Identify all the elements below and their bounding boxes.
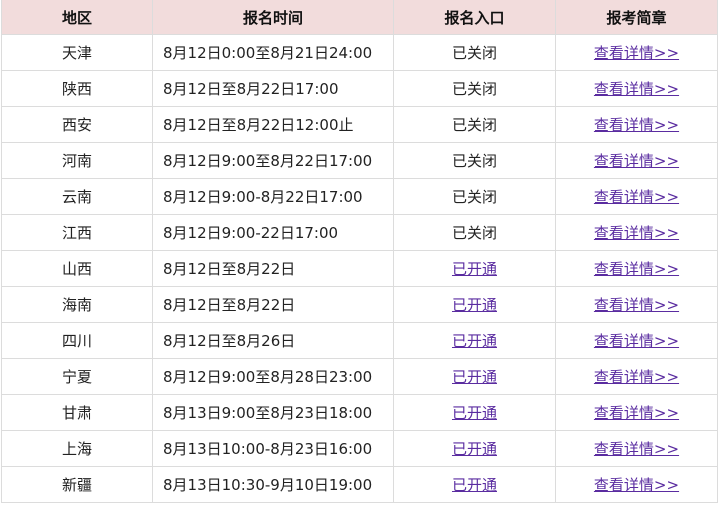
time-cell: 8月13日9:00至8月23日18:00 [152,394,394,431]
header-time: 报名时间 [152,0,394,35]
brochure-link[interactable]: 查看详情>> [594,260,679,278]
brochure-link[interactable]: 查看详情>> [594,116,679,134]
registration-table: 地区 报名时间 报名入口 报考简章 天津 8月12日0:00至8月21日24:00… [1,0,718,503]
brochure-link[interactable]: 查看详情>> [594,80,679,98]
entry-cell: 已开通 [393,394,556,431]
brochure-link[interactable]: 查看详情>> [594,224,679,242]
header-region: 地区 [1,0,153,35]
brochure-link[interactable]: 查看详情>> [594,44,679,62]
brochure-link[interactable]: 查看详情>> [594,404,679,422]
entry-status: 已关闭 [451,116,497,134]
region-cell: 云南 [1,178,153,215]
time-cell: 8月12日至8月26日 [152,322,394,359]
entry-cell: 已关闭 [393,142,556,179]
time-cell: 8月12日9:00至8月22日17:00 [152,142,394,179]
entry-cell: 已开通 [393,466,556,503]
region-cell: 海南 [1,286,153,323]
brochure-cell: 查看详情>> [555,178,718,215]
region-cell: 天津 [1,34,153,71]
brochure-link[interactable]: 查看详情>> [594,476,679,494]
brochure-cell: 查看详情>> [555,430,718,467]
time-cell: 8月12日9:00-8月22日17:00 [152,178,394,215]
brochure-cell: 查看详情>> [555,34,718,71]
brochure-link[interactable]: 查看详情>> [594,332,679,350]
brochure-link[interactable]: 查看详情>> [594,440,679,458]
entry-link[interactable]: 已开通 [452,332,497,350]
time-cell: 8月12日至8月22日12:00止 [152,106,394,143]
brochure-cell: 查看详情>> [555,142,718,179]
time-cell: 8月13日10:30-9月10日19:00 [152,466,394,503]
region-cell: 四川 [1,322,153,359]
region-cell: 上海 [1,430,153,467]
brochure-link[interactable]: 查看详情>> [594,296,679,314]
entry-cell: 已关闭 [393,70,556,107]
table-row: 新疆 8月13日10:30-9月10日19:00 已开通 查看详情>> [1,466,718,503]
brochure-cell: 查看详情>> [555,466,718,503]
region-cell: 河南 [1,142,153,179]
table-row: 甘肃 8月13日9:00至8月23日18:00 已开通 查看详情>> [1,394,718,431]
region-cell: 宁夏 [1,358,153,395]
table-header-row: 地区 报名时间 报名入口 报考简章 [1,0,718,35]
time-cell: 8月12日0:00至8月21日24:00 [152,34,394,71]
brochure-cell: 查看详情>> [555,214,718,251]
table-row: 上海 8月13日10:00-8月23日16:00 已开通 查看详情>> [1,430,718,467]
entry-status: 已关闭 [451,44,497,62]
table-row: 云南 8月12日9:00-8月22日17:00 已关闭 查看详情>> [1,178,718,215]
header-entry: 报名入口 [393,0,556,35]
brochure-cell: 查看详情>> [555,106,718,143]
table-row: 四川 8月12日至8月26日 已开通 查看详情>> [1,322,718,359]
time-cell: 8月12日至8月22日 [152,286,394,323]
entry-status: 已关闭 [451,188,497,206]
region-cell: 陕西 [1,70,153,107]
entry-status: 已关闭 [451,152,497,170]
brochure-link[interactable]: 查看详情>> [594,188,679,206]
region-cell: 新疆 [1,466,153,503]
entry-link[interactable]: 已开通 [452,440,497,458]
entry-status: 已关闭 [451,80,497,98]
table-row: 天津 8月12日0:00至8月21日24:00 已关闭 查看详情>> [1,34,718,71]
table-row: 海南 8月12日至8月22日 已开通 查看详情>> [1,286,718,323]
entry-cell: 已开通 [393,358,556,395]
table-row: 西安 8月12日至8月22日12:00止 已关闭 查看详情>> [1,106,718,143]
entry-cell: 已关闭 [393,214,556,251]
time-cell: 8月12日至8月22日 [152,250,394,287]
entry-link[interactable]: 已开通 [452,260,497,278]
time-cell: 8月12日9:00至8月28日23:00 [152,358,394,395]
table-row: 山西 8月12日至8月22日 已开通 查看详情>> [1,250,718,287]
entry-status: 已关闭 [451,224,497,242]
brochure-cell: 查看详情>> [555,322,718,359]
brochure-cell: 查看详情>> [555,358,718,395]
entry-cell: 已开通 [393,322,556,359]
region-cell: 甘肃 [1,394,153,431]
entry-cell: 已开通 [393,250,556,287]
brochure-cell: 查看详情>> [555,286,718,323]
region-cell: 西安 [1,106,153,143]
entry-cell: 已关闭 [393,34,556,71]
brochure-link[interactable]: 查看详情>> [594,152,679,170]
time-cell: 8月12日至8月22日17:00 [152,70,394,107]
region-cell: 江西 [1,214,153,251]
header-brochure: 报考简章 [555,0,718,35]
entry-link[interactable]: 已开通 [452,368,497,386]
entry-cell: 已关闭 [393,106,556,143]
entry-cell: 已关闭 [393,178,556,215]
entry-cell: 已开通 [393,286,556,323]
table-row: 河南 8月12日9:00至8月22日17:00 已关闭 查看详情>> [1,142,718,179]
brochure-cell: 查看详情>> [555,250,718,287]
table-row: 江西 8月12日9:00-22日17:00 已关闭 查看详情>> [1,214,718,251]
entry-link[interactable]: 已开通 [452,476,497,494]
brochure-link[interactable]: 查看详情>> [594,368,679,386]
table-row: 宁夏 8月12日9:00至8月28日23:00 已开通 查看详情>> [1,358,718,395]
time-cell: 8月13日10:00-8月23日16:00 [152,430,394,467]
brochure-cell: 查看详情>> [555,394,718,431]
entry-link[interactable]: 已开通 [452,296,497,314]
time-cell: 8月12日9:00-22日17:00 [152,214,394,251]
region-cell: 山西 [1,250,153,287]
entry-cell: 已开通 [393,430,556,467]
table-row: 陕西 8月12日至8月22日17:00 已关闭 查看详情>> [1,70,718,107]
entry-link[interactable]: 已开通 [452,404,497,422]
brochure-cell: 查看详情>> [555,70,718,107]
